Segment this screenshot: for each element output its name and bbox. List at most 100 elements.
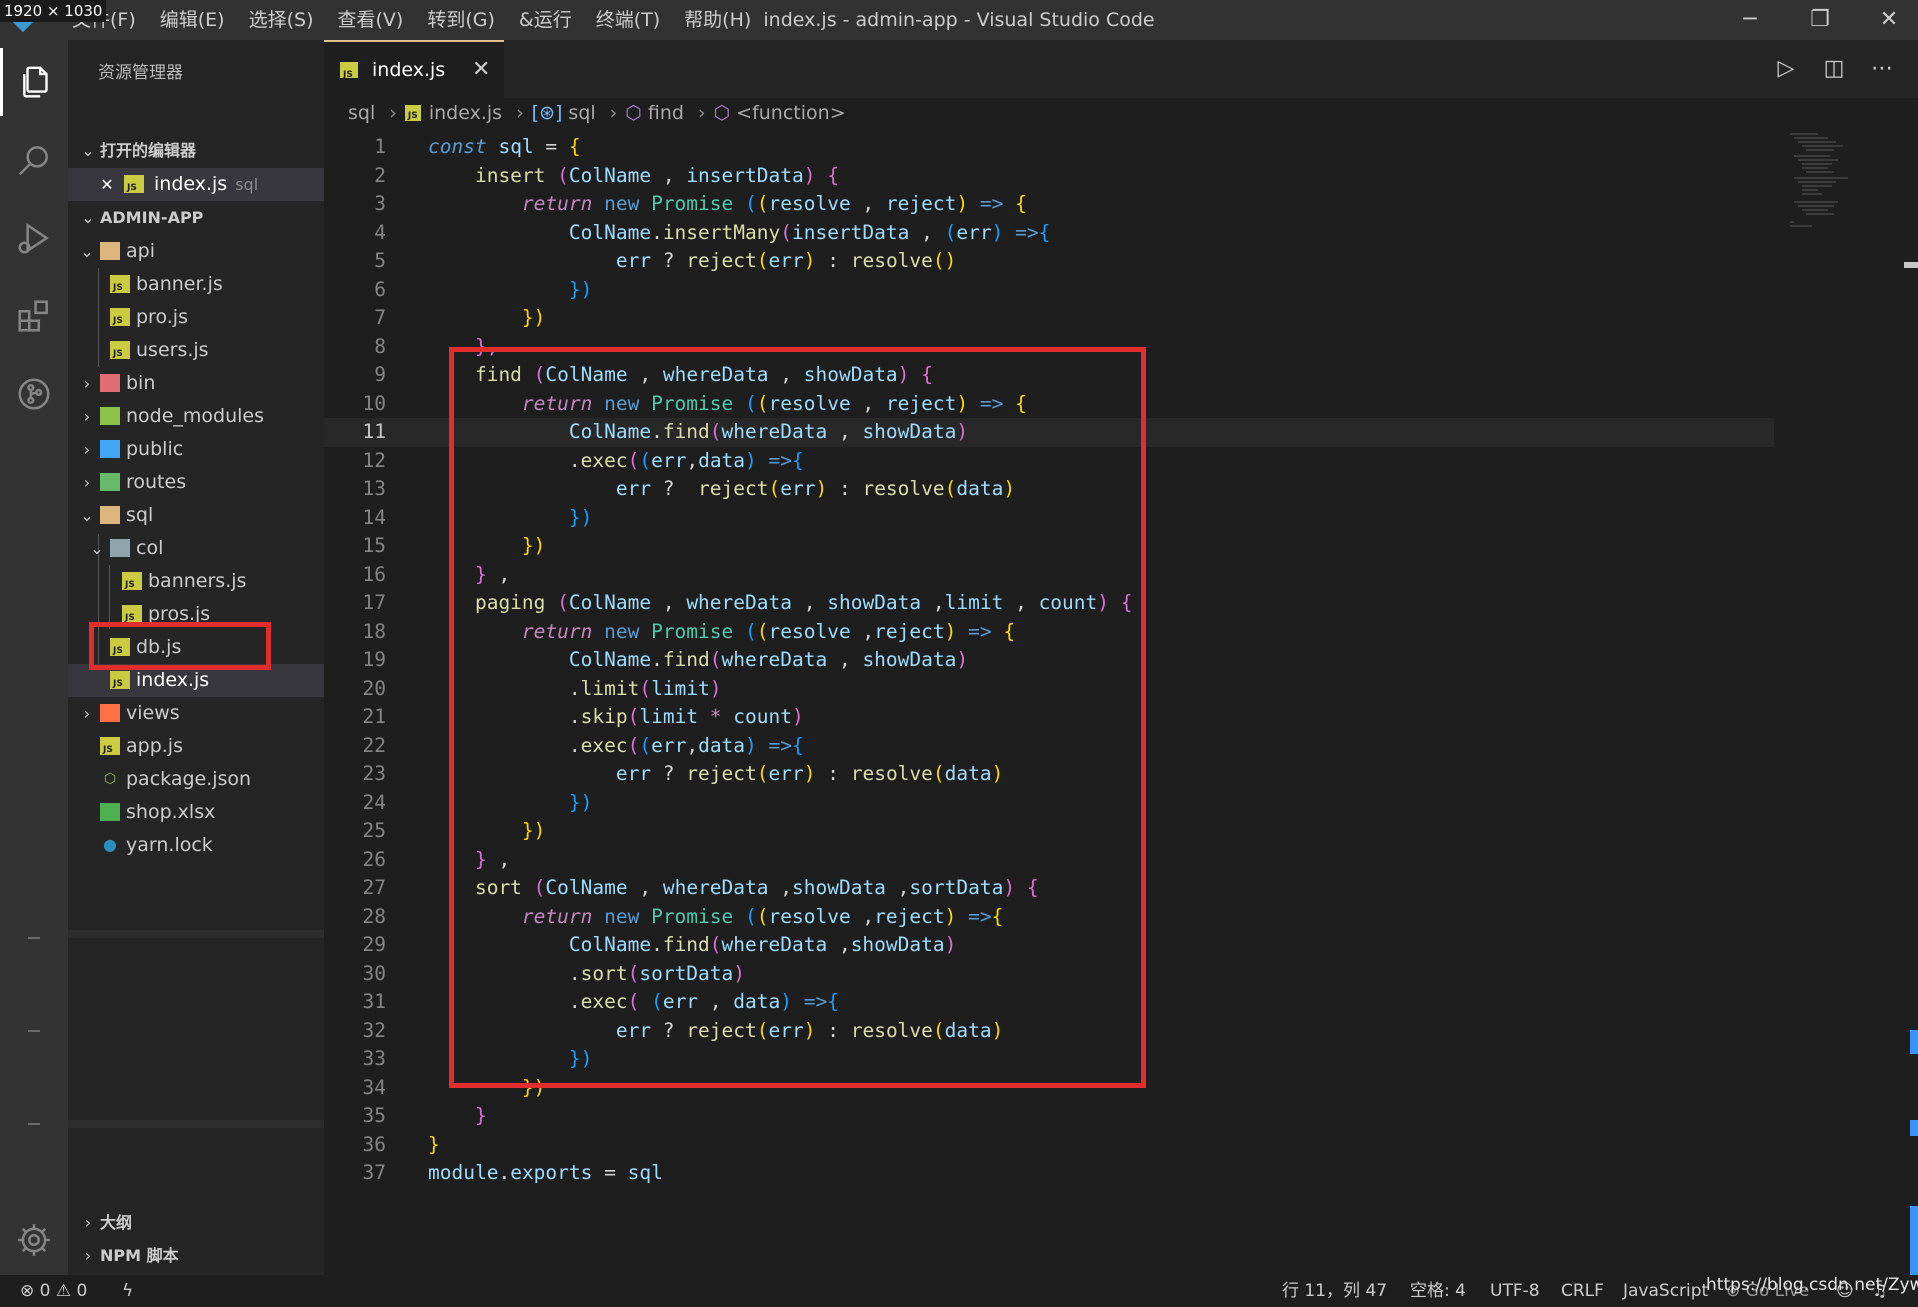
folder-node-icon (100, 407, 120, 425)
code-line[interactable]: 7 }) (324, 304, 1774, 333)
line-number: 5 (374, 249, 386, 272)
code-line[interactable]: 36} (324, 1131, 1774, 1160)
breadcrumb-symbol-sql[interactable]: [⊛] sql (532, 98, 596, 128)
menu-bar: 文件(F) 编辑(E) 选择(S) 查看(V) 转到(G) &运行 终端(T) … (60, 0, 763, 40)
line-number: 28 (362, 904, 386, 928)
problems-indicator[interactable]: ⊗ 0 ⚠ 0 (20, 1275, 87, 1307)
js-file-icon: JS (110, 308, 130, 326)
notifications-bell-icon[interactable]: ♫ (1872, 1275, 1887, 1307)
tree-file-shop-xlsx[interactable]: shop.xlsx (68, 796, 324, 829)
close-window-icon[interactable]: ✕ (1860, 0, 1918, 40)
close-icon[interactable]: ✕ (98, 168, 116, 201)
minimap[interactable] (1788, 130, 1898, 240)
line-number: 29 (362, 933, 386, 956)
restore-icon[interactable]: ❐ (1791, 0, 1849, 40)
chevron-right-icon: › (389, 102, 397, 124)
menu-terminal[interactable]: 终端(T) (584, 0, 672, 40)
js-file-icon: JS (122, 572, 142, 590)
menu-edit[interactable]: 编辑(E) (148, 0, 237, 40)
minimize-icon[interactable]: ─ (1721, 0, 1779, 40)
outline-header[interactable]: › 大纲 (68, 1206, 324, 1240)
chevron-down-icon: ⌄ (81, 208, 95, 227)
code-line[interactable]: 4 ColName.insertMany(insertData , (err) … (324, 219, 1774, 248)
folder-open-icon (110, 539, 130, 557)
menu-view[interactable]: 查看(V) (326, 0, 416, 40)
code-text: } (428, 1132, 440, 1156)
line-number: 12 (362, 448, 386, 472)
code-line[interactable]: 3 return new Promise ((resolve , reject)… (324, 190, 1774, 219)
folder-open-icon (100, 506, 120, 524)
code-text: const sql = { (428, 135, 581, 158)
tree-file-users-js[interactable]: JS users.js (68, 334, 324, 367)
breadcrumb-symbol-function[interactable]: ⬡ <function> (714, 98, 846, 128)
open-editors-header[interactable]: ⌄ 打开的编辑器 (68, 134, 324, 168)
tree-file-pro-js[interactable]: JS pro.js (68, 301, 324, 334)
yarn-icon: ● (103, 835, 117, 854)
tree-file-yarn-lock[interactable]: ● yarn.lock (68, 829, 324, 862)
warning-count: 0 (76, 1281, 88, 1301)
tree-file-app-js[interactable]: JS app.js (68, 730, 324, 763)
code-text: } (474, 1104, 487, 1127)
activity-divider (28, 1123, 40, 1125)
tree-folder-public[interactable]: › public (68, 433, 324, 466)
encoding[interactable]: UTF-8 (1490, 1275, 1540, 1307)
code-line[interactable]: 6 }) (324, 276, 1774, 305)
js-file-icon: JS (110, 341, 130, 359)
code-line[interactable]: 5 err ? reject(err) : resolve() (324, 247, 1774, 276)
close-icon[interactable]: ✕ (472, 42, 490, 98)
tree-file-package-json[interactable]: ⬡ package.json (68, 763, 324, 796)
breadcrumb-symbol-find[interactable]: ⬡ find (625, 98, 684, 128)
code-line[interactable]: 1 const sql = { (324, 133, 1774, 162)
excel-file-icon (100, 803, 120, 821)
tree-file-banners-js[interactable]: JS banners.js (68, 565, 324, 598)
line-number: 22 (362, 733, 386, 757)
activity-divider (28, 1030, 40, 1032)
menu-run[interactable]: &运行 (507, 0, 584, 40)
tab-index-js[interactable]: JS index.js ✕ (324, 40, 504, 98)
line-ending[interactable]: CRLF (1561, 1275, 1604, 1307)
tree-folder-sql[interactable]: ⌄ sql (68, 499, 324, 532)
folder-open-icon (100, 242, 120, 260)
folder-icon (100, 374, 120, 392)
breadcrumb-file[interactable]: JS index.js (404, 98, 502, 128)
cursor-position[interactable]: 行 11，列 47 (1282, 1275, 1387, 1307)
npm-package-icon: ⬡ (103, 771, 117, 787)
menu-help[interactable]: 帮助(H) (672, 0, 763, 40)
search-icon[interactable] (0, 126, 68, 194)
npm-scripts-header[interactable]: › NPM 脚本 (68, 1239, 324, 1273)
tree-folder-bin[interactable]: › bin (68, 367, 324, 400)
tree-file-banner-js[interactable]: JS banner.js (68, 268, 324, 301)
settings-gear-icon[interactable] (0, 1206, 68, 1274)
code-line[interactable]: 2 insert (ColName , insertData) { (324, 162, 1774, 191)
line-number: 24 (362, 790, 386, 814)
code-line[interactable]: 37 module.exports = sql (324, 1159, 1774, 1188)
chevron-right-icon: › (83, 407, 91, 426)
run-debug-icon[interactable] (0, 204, 68, 272)
code-line[interactable]: 35 } (324, 1102, 1774, 1131)
tree-folder-node-modules[interactable]: › node_modules (68, 400, 324, 433)
split-editor-icon[interactable]: ◫ (1810, 40, 1858, 98)
indentation[interactable]: 空格: 4 (1410, 1275, 1466, 1307)
tree-folder-routes[interactable]: › routes (68, 466, 324, 499)
more-actions-icon[interactable]: ⋯ (1858, 40, 1906, 98)
tree-folder-col[interactable]: ⌄ col (68, 532, 324, 565)
language-mode[interactable]: JavaScript (1623, 1275, 1708, 1307)
activity-divider (28, 937, 40, 939)
vertical-scrollbar[interactable] (1904, 130, 1918, 1276)
menu-selection[interactable]: 选择(S) (237, 0, 326, 40)
feedback-icon[interactable]: ☺ (1836, 1275, 1854, 1307)
line-number: 17 (362, 591, 386, 614)
menu-go[interactable]: 转到(G) (415, 0, 507, 40)
source-control-icon[interactable] (0, 360, 68, 428)
extensions-icon[interactable] (0, 282, 68, 350)
method-cube-icon: ⬡ (713, 102, 731, 124)
tree-folder-views[interactable]: › views (68, 697, 324, 730)
line-number: 25 (362, 819, 386, 842)
explorer-icon[interactable] (0, 48, 71, 116)
workspace-header[interactable]: ⌄ ADMIN-APP (68, 201, 324, 235)
lightning-icon[interactable]: ϟ (122, 1275, 133, 1307)
run-code-icon[interactable]: ▷ (1762, 40, 1810, 98)
open-editor-item[interactable]: ✕ JS index.js sql (68, 168, 324, 201)
breadcrumb-folder[interactable]: sql (348, 98, 375, 128)
tree-folder-api[interactable]: ⌄ api (68, 235, 324, 268)
